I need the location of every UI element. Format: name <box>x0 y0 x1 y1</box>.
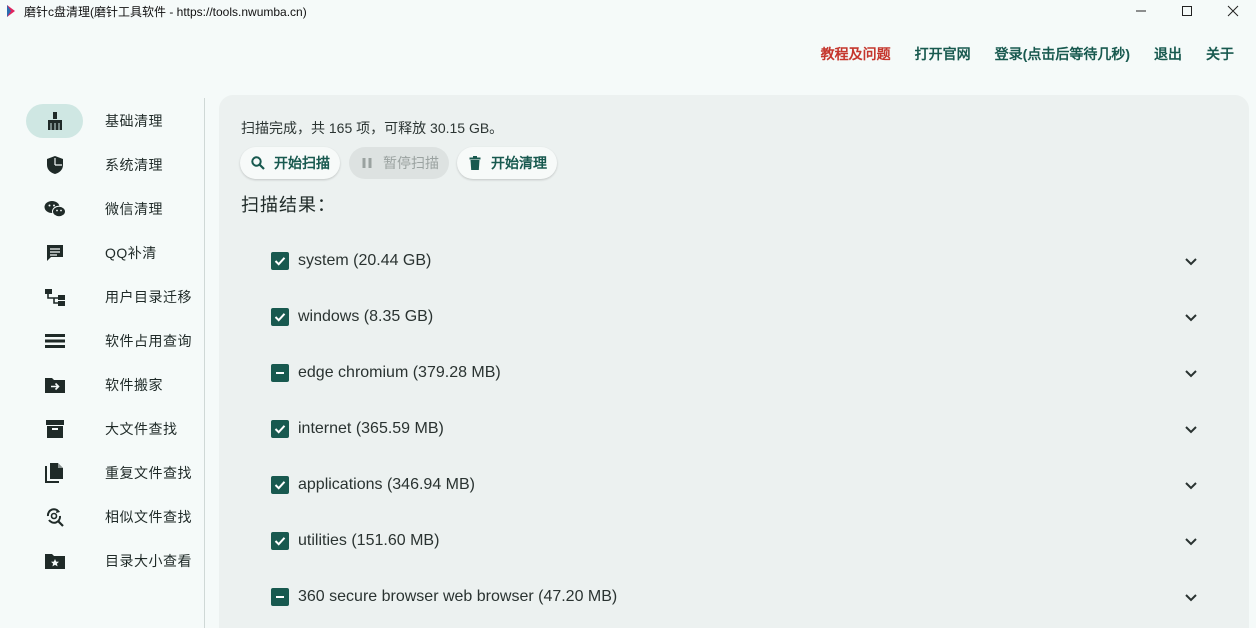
checkbox-checked[interactable] <box>271 252 289 270</box>
sidebar-item-wechat-clean[interactable]: 微信清理 <box>26 192 206 226</box>
sidebar-item-large-file-search[interactable]: 大文件查找 <box>26 412 206 446</box>
check-icon <box>274 481 286 490</box>
search-icon <box>250 155 266 171</box>
checkbox-checked[interactable] <box>271 308 289 326</box>
start-clean-button[interactable]: 开始清理 <box>457 147 557 179</box>
website-link[interactable]: 打开官网 <box>903 44 983 64</box>
result-label: internet (365.59 MB) <box>298 420 444 437</box>
list-icon <box>44 334 65 348</box>
close-icon <box>1227 5 1239 17</box>
sidebar-item-software-move[interactable]: 软件搬家 <box>26 368 206 402</box>
chevron-down-icon[interactable] <box>1181 251 1201 271</box>
checkbox-indeterminate[interactable] <box>271 364 289 382</box>
pause-scan-button[interactable]: 暂停扫描 <box>349 147 449 179</box>
checkbox-indeterminate[interactable] <box>271 588 289 606</box>
result-label: applications (346.94 MB) <box>298 476 475 493</box>
check-icon <box>274 313 286 322</box>
sidebar-item-label: 目录大小查看 <box>105 553 192 569</box>
result-label: windows (8.35 GB) <box>298 308 434 325</box>
sidebar-item-dir-size-view[interactable]: 目录大小查看 <box>26 544 206 578</box>
check-icon <box>274 425 286 434</box>
maximize-button[interactable] <box>1164 0 1210 22</box>
check-icon <box>274 257 286 266</box>
sidebar-item-label: 微信清理 <box>105 201 163 217</box>
list-item[interactable]: internet (365.59 MB) <box>271 413 1201 445</box>
sidebar-item-duplicate-file-search[interactable]: 重复文件查找 <box>26 456 206 490</box>
chevron-down-icon[interactable] <box>1181 531 1201 551</box>
close-button[interactable] <box>1210 0 1256 22</box>
checkbox-checked[interactable] <box>271 476 289 494</box>
list-item[interactable]: windows (8.35 GB) <box>271 301 1201 333</box>
minimize-button[interactable] <box>1118 0 1164 22</box>
results-title: 扫描结果： <box>241 195 336 215</box>
shield-icon <box>46 156 63 174</box>
logout-link[interactable]: 退出 <box>1142 44 1194 64</box>
copy-icon <box>44 463 63 483</box>
about-link[interactable]: 关于 <box>1194 44 1246 64</box>
window-title: 磨针c盘清理(磨针工具软件 - https://tools.nwumba.cn) <box>24 4 307 19</box>
sidebar-item-label: 软件占用查询 <box>105 333 192 349</box>
sidebar-item-label: 基础清理 <box>105 113 163 129</box>
app-logo-icon <box>7 5 15 17</box>
start-scan-label: 开始扫描 <box>274 155 330 171</box>
scan-status: 扫描完成，共 165 项，可释放 30.15 GB。 <box>241 120 504 136</box>
sidebar-item-qq-clean[interactable]: QQ补清 <box>26 236 206 270</box>
title-bar: 磨针c盘清理(磨针工具软件 - https://tools.nwumba.cn) <box>0 0 1256 22</box>
chevron-down-icon[interactable] <box>1181 587 1201 607</box>
main-panel: 扫描完成，共 165 项，可释放 30.15 GB。 开始扫描 暂停扫描 开始清… <box>219 95 1249 628</box>
trash-icon <box>467 155 483 171</box>
checkbox-checked[interactable] <box>271 532 289 550</box>
chat-icon <box>46 245 63 261</box>
result-label: utilities (151.60 MB) <box>298 532 440 549</box>
start-clean-label: 开始清理 <box>491 155 547 171</box>
chevron-down-icon[interactable] <box>1181 475 1201 495</box>
wechat-icon <box>44 201 66 218</box>
list-item[interactable]: edge chromium (379.28 MB) <box>271 357 1201 389</box>
sidebar-item-label: QQ补清 <box>105 245 157 261</box>
top-menu: 教程及问题 打开官网 登录(点击后等待几秒) 退出 关于 <box>809 44 1246 64</box>
minimize-icon <box>1136 10 1146 12</box>
sidebar-item-similar-file-search[interactable]: 相似文件查找 <box>26 500 206 534</box>
window-controls <box>1118 0 1256 22</box>
sidebar-item-label: 大文件查找 <box>105 421 178 437</box>
pause-scan-label: 暂停扫描 <box>383 155 439 171</box>
search-refresh-icon <box>46 508 64 527</box>
folder-move-icon <box>44 378 65 393</box>
sidebar-item-label: 相似文件查找 <box>105 509 192 525</box>
check-icon <box>274 537 286 546</box>
list-item[interactable]: system (20.44 GB) <box>271 245 1201 277</box>
result-label: system (20.44 GB) <box>298 252 432 269</box>
sidebar-item-label: 软件搬家 <box>105 377 163 393</box>
chevron-down-icon[interactable] <box>1181 419 1201 439</box>
sidebar-item-basic-clean[interactable]: 基础清理 <box>26 104 206 138</box>
start-scan-button[interactable]: 开始扫描 <box>240 147 340 179</box>
chevron-down-icon[interactable] <box>1181 363 1201 383</box>
minus-icon <box>276 596 284 598</box>
sidebar-item-system-clean[interactable]: 系统清理 <box>26 148 206 182</box>
list-item[interactable]: 360 secure browser web browser (47.20 MB… <box>271 581 1201 613</box>
sidebar-item-user-dir-migrate[interactable]: 用户目录迁移 <box>26 280 206 314</box>
login-link[interactable]: 登录(点击后等待几秒) <box>983 44 1142 64</box>
sidebar: 基础清理 系统清理 微信清理 QQ补清 用户目录迁移 软件占用查询 软件搬家 大… <box>0 98 205 628</box>
broom-icon <box>47 112 62 130</box>
pause-icon <box>359 155 375 171</box>
result-label: 360 secure browser web browser (47.20 MB… <box>298 588 618 605</box>
maximize-icon <box>1182 6 1192 16</box>
sidebar-item-label: 用户目录迁移 <box>105 289 192 305</box>
sidebar-item-label: 系统清理 <box>105 157 163 173</box>
chevron-down-icon[interactable] <box>1181 307 1201 327</box>
archive-icon <box>45 420 64 438</box>
sidebar-item-label: 重复文件查找 <box>105 465 192 481</box>
checkbox-checked[interactable] <box>271 420 289 438</box>
tree-icon <box>44 289 65 306</box>
list-item[interactable]: applications (346.94 MB) <box>271 469 1201 501</box>
list-item[interactable]: utilities (151.60 MB) <box>271 525 1201 557</box>
tutorial-link[interactable]: 教程及问题 <box>809 44 903 64</box>
minus-icon <box>276 372 284 374</box>
folder-star-icon <box>44 554 65 569</box>
sidebar-item-software-usage[interactable]: 软件占用查询 <box>26 324 206 358</box>
result-label: edge chromium (379.28 MB) <box>298 364 501 381</box>
